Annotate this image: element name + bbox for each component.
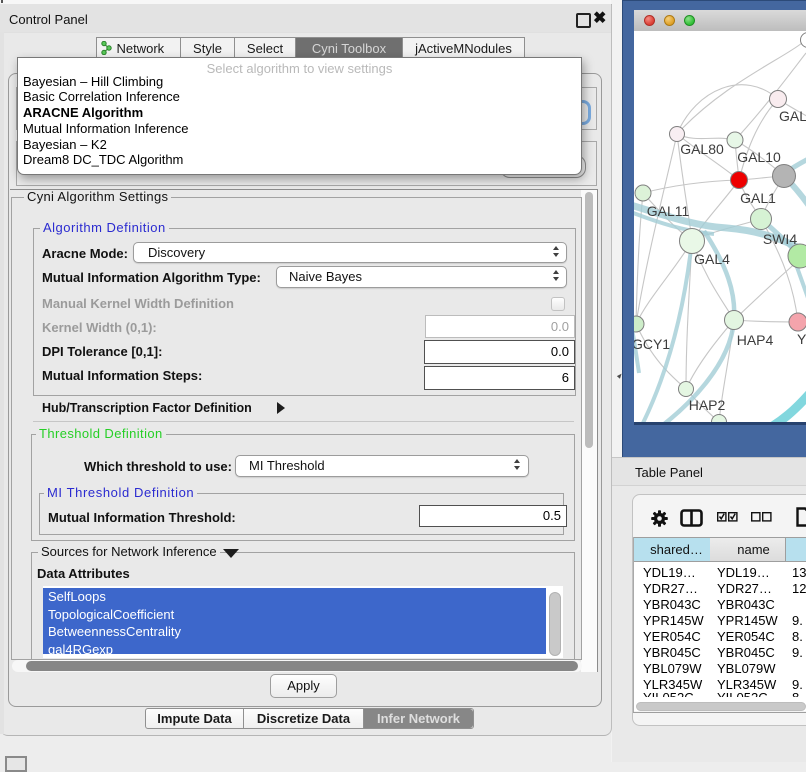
- svg-text:GAL80: GAL80: [680, 141, 724, 157]
- svg-text:SWI4: SWI4: [763, 231, 797, 247]
- svg-text:GAL1: GAL1: [740, 190, 776, 206]
- svg-text:GCY1: GCY1: [634, 336, 670, 352]
- svg-text:GAL11: GAL11: [647, 203, 690, 219]
- svg-text:GAL: GAL: [779, 108, 806, 124]
- svg-text:GAL4: GAL4: [694, 251, 730, 267]
- svg-text:GAL10: GAL10: [737, 149, 781, 165]
- svg-text:HAP2: HAP2: [689, 397, 726, 413]
- svg-text:Y: Y: [797, 331, 806, 347]
- svg-text:HAP4: HAP4: [737, 332, 774, 348]
